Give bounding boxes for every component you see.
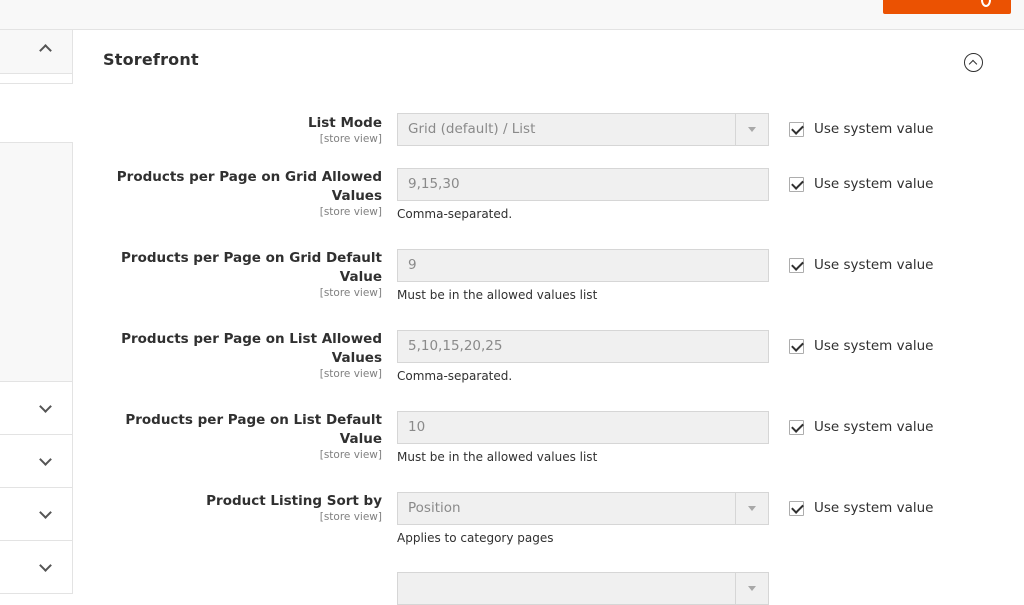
field-label: Products per Page on List Allowed Values…	[92, 330, 382, 380]
chevron-up-circle-icon[interactable]	[964, 53, 983, 72]
input-value: 9,15,30	[408, 176, 460, 192]
checkbox-checked-icon[interactable]	[789, 177, 804, 192]
sidebar-group-collapsed[interactable]	[0, 541, 73, 594]
field-note: Applies to category pages	[397, 531, 554, 545]
sidebar-item-active[interactable]	[0, 142, 73, 382]
checkbox-checked-icon[interactable]	[789, 258, 804, 273]
field-note: Comma-separated.	[397, 369, 513, 383]
sort-by-select[interactable]: Position	[397, 492, 769, 525]
use-system-value-label: Use system value	[814, 121, 934, 137]
chevron-up-icon	[39, 44, 52, 57]
checkbox-checked-icon[interactable]	[789, 501, 804, 516]
scope-label: [store view]	[319, 511, 382, 523]
checkbox-checked-icon[interactable]	[789, 122, 804, 137]
config-sidebar	[0, 30, 73, 594]
field-label-text: Products per Page on Grid Allowed Values	[116, 169, 382, 204]
field-label: List Mode [store view]	[92, 114, 382, 145]
scope-label: [store view]	[319, 206, 382, 218]
input-value: 9	[408, 257, 417, 273]
field-note: Must be in the allowed values list	[397, 450, 598, 464]
field-label-text: Products per Page on Grid Default Value	[121, 250, 382, 285]
grid-default-value-input[interactable]: 9	[397, 249, 769, 282]
field-label: Products per Page on List Default Value …	[92, 411, 382, 461]
sidebar-group-header[interactable]	[0, 30, 73, 74]
input-value: 10	[408, 419, 426, 435]
save-config-button[interactable]	[883, 0, 1011, 14]
scope-label: [store view]	[319, 287, 382, 299]
scope-label: [store view]	[319, 368, 382, 380]
dropdown-arrow-icon	[735, 573, 768, 604]
select-value: Grid (default) / List	[408, 121, 536, 137]
input-value: 5,10,15,20,25	[408, 338, 503, 354]
next-field-select[interactable]	[397, 572, 769, 605]
chevron-down-icon	[39, 506, 52, 519]
use-system-value-label: Use system value	[814, 500, 934, 516]
field-label-text: Products per Page on List Allowed Values	[121, 331, 382, 366]
dropdown-arrow-icon	[735, 493, 768, 524]
scope-label: [store view]	[319, 133, 382, 145]
field-label: Products per Page on Grid Allowed Values…	[92, 168, 382, 218]
list-default-value-input[interactable]: 10	[397, 411, 769, 444]
scope-label: [store view]	[319, 449, 382, 461]
save-icon	[981, 0, 991, 7]
field-note: Must be in the allowed values list	[397, 288, 598, 302]
list-allowed-values-input[interactable]: 5,10,15,20,25	[397, 330, 769, 363]
field-note: Comma-separated.	[397, 207, 513, 221]
select-value: Position	[408, 500, 461, 516]
field-label: Products per Page on Grid Default Value …	[92, 249, 382, 299]
page-actions-bar	[0, 0, 1024, 30]
sidebar-group-collapsed[interactable]	[0, 435, 73, 488]
sidebar-group-collapsed[interactable]	[0, 382, 73, 435]
chevron-down-icon	[39, 559, 52, 572]
checkbox-checked-icon[interactable]	[789, 339, 804, 354]
field-label: Product Listing Sort by [store view]	[92, 492, 382, 523]
grid-allowed-values-input[interactable]: 9,15,30	[397, 168, 769, 201]
use-system-value-label: Use system value	[814, 338, 934, 354]
chevron-down-icon	[39, 400, 52, 413]
sidebar-group-collapsed[interactable]	[0, 488, 73, 541]
section-title[interactable]: Storefront	[103, 50, 199, 69]
chevron-down-icon	[39, 453, 52, 466]
dropdown-arrow-icon	[735, 114, 768, 145]
use-system-value-label: Use system value	[814, 176, 934, 192]
checkbox-checked-icon[interactable]	[789, 420, 804, 435]
use-system-value-label: Use system value	[814, 257, 934, 273]
field-label-text: List Mode	[308, 115, 382, 131]
field-label-text: Products per Page on List Default Value	[125, 412, 382, 447]
use-system-value-label: Use system value	[814, 419, 934, 435]
sidebar-item[interactable]	[0, 74, 73, 84]
list-mode-select[interactable]: Grid (default) / List	[397, 113, 769, 146]
field-label-text: Product Listing Sort by	[206, 493, 382, 509]
